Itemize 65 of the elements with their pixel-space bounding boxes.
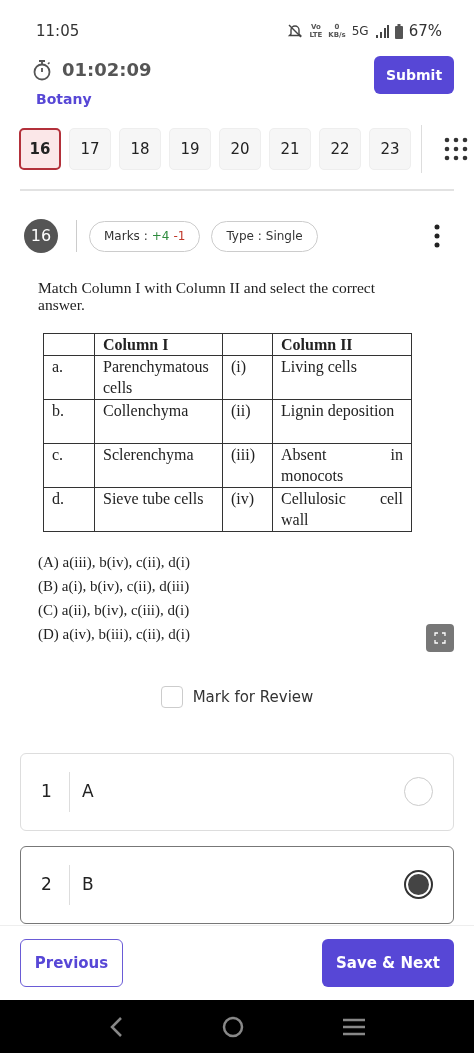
- question-number-tab[interactable]: 20: [219, 128, 261, 170]
- column-header: Column I: [103, 336, 169, 353]
- more-options-icon[interactable]: [434, 224, 440, 248]
- battery-icon: [394, 23, 403, 39]
- answer-number: 1: [41, 779, 53, 803]
- table-cell: Sieve tube cells: [94, 487, 223, 532]
- answer-label: A: [82, 779, 95, 803]
- answer-card[interactable]: 2 B: [20, 845, 454, 924]
- answer-option-text: (C) a(ii), b(iv), c(iii), d(i): [38, 601, 190, 620]
- question-number-tab[interactable]: 23: [369, 128, 411, 170]
- question-number-tab[interactable]: 22: [319, 128, 361, 170]
- home-icon[interactable]: [222, 1015, 244, 1038]
- question-number-tab[interactable]: 16: [19, 128, 61, 170]
- table-cell: b.: [43, 399, 95, 444]
- table-cell: (i): [222, 355, 273, 400]
- review-checkbox[interactable]: [160, 686, 183, 709]
- question-number-tab[interactable]: 18: [119, 128, 161, 170]
- battery-level: 67%: [408, 20, 442, 42]
- table-cell: Absent in monocots: [272, 443, 412, 488]
- positive-marks: +4: [151, 228, 170, 245]
- submit-button[interactable]: Submit: [374, 56, 454, 94]
- table-cell: d.: [43, 487, 95, 532]
- table-cell: a.: [43, 355, 95, 400]
- question-text: Match Column I with Column II and select the correct answer.: [38, 279, 377, 313]
- radio-button[interactable]: [404, 870, 433, 899]
- stopwatch-icon: [32, 58, 52, 81]
- question-number-tab[interactable]: 21: [269, 128, 311, 170]
- signal-icon: [374, 24, 389, 38]
- answer-option-text: (B) a(i), b(iv), c(ii), d(iii): [38, 577, 190, 596]
- negative-marks: -1: [173, 228, 186, 245]
- table-cell: Living cells: [272, 355, 412, 400]
- marks-label: Marks :: [104, 228, 148, 245]
- question-number-badge: 16: [24, 219, 58, 253]
- muted-bell-icon: [287, 23, 304, 39]
- recent-apps-icon[interactable]: [342, 1017, 365, 1036]
- grid-menu-icon[interactable]: [444, 137, 468, 161]
- table-cell: (iv): [222, 487, 273, 532]
- question-number-tab[interactable]: 19: [169, 128, 211, 170]
- table-cell: (iii): [222, 443, 273, 488]
- table-cell: Parenchymatous cells: [94, 355, 223, 400]
- timer-text: 01:02:09: [62, 58, 152, 82]
- table-cell: (ii): [222, 399, 273, 444]
- table-cell: c.: [43, 443, 95, 488]
- previous-button[interactable]: Previous: [20, 939, 123, 987]
- answer-number: 2: [41, 872, 53, 896]
- review-label: Mark for Review: [192, 687, 314, 708]
- answer-option-text: (D) a(iv), b(iii), c(ii), d(i): [38, 625, 191, 644]
- expand-icon: [433, 631, 447, 645]
- save-next-button[interactable]: Save & Next: [322, 939, 454, 987]
- table-cell: Lignin deposition: [272, 399, 412, 444]
- type-label: Type :: [226, 228, 262, 245]
- type-value: Single: [265, 228, 303, 245]
- answer-card[interactable]: 1 A: [20, 752, 454, 831]
- back-icon[interactable]: [109, 1015, 124, 1038]
- answer-option-text: (A) a(iii), b(iv), c(ii), d(i): [38, 553, 191, 572]
- table-cell: Cellulosic cell wall: [272, 487, 412, 532]
- expand-button[interactable]: [426, 624, 454, 652]
- network-type: 5G: [351, 23, 369, 40]
- table-cell: Collenchyma: [94, 399, 223, 444]
- question-number-tab[interactable]: 17: [69, 128, 111, 170]
- subject-label: Botany: [36, 90, 92, 109]
- clock-time: 11:05: [36, 20, 80, 42]
- column-header: Column II: [281, 336, 353, 353]
- answer-label: B: [82, 872, 95, 896]
- table-cell: Sclerenchyma: [94, 443, 223, 488]
